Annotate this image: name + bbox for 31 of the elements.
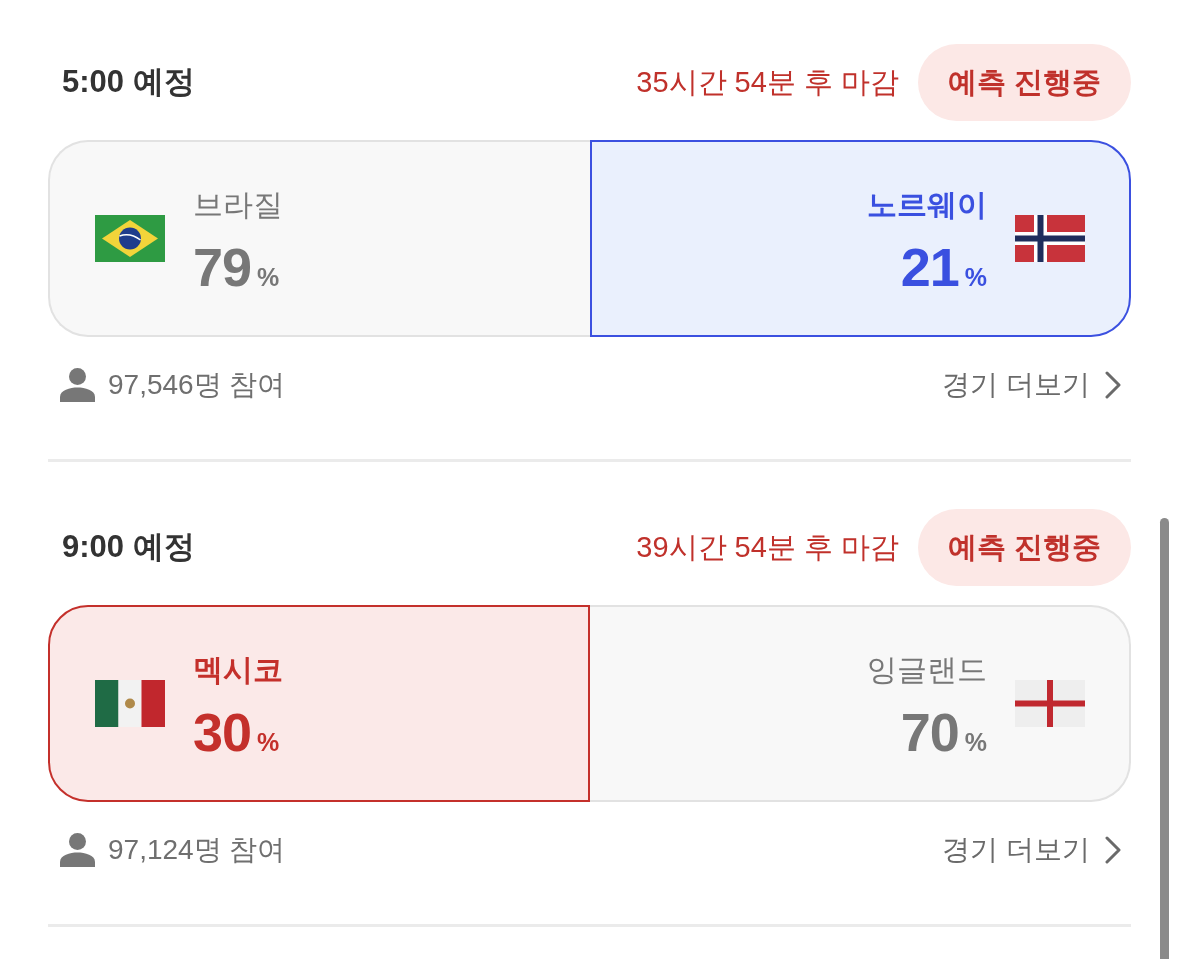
chevron-right-icon [1104,371,1122,399]
deadline-countdown: 39시간 54분 후 마감 [636,529,899,565]
person-icon [60,368,95,402]
status-badge: 예측 진행중 [917,509,1131,586]
person-icon [60,833,95,867]
more-matches-link[interactable]: 경기 더보기 [942,364,1122,406]
participant-count: 97,124명 참여 [108,833,286,867]
status-badge: 예측 진행중 [917,44,1131,121]
chevron-right-icon [1104,836,1122,864]
more-matches-link[interactable]: 경기 더보기 [942,829,1122,871]
vote-percentage: 21% [900,245,987,290]
team-option[interactable]: 노르웨이 21% [589,140,1131,337]
match-time: 5:00 예정 [61,63,195,102]
team-name: 잉글랜드 [867,652,987,688]
team-name: 멕시코 [193,652,283,688]
team-option[interactable]: 잉글랜드 70% [589,605,1131,802]
vote-percentage: 70% [900,710,987,755]
deadline-countdown: 35시간 54분 후 마감 [636,64,899,100]
team-name: 노르웨이 [867,187,987,223]
mexico-flag-icon [95,680,165,727]
norway-flag-icon [1015,215,1085,262]
vote-percentage: 79% [193,245,280,290]
brazil-flag-icon [95,215,165,262]
vote-percentage: 30% [193,710,280,755]
match-time: 9:00 예정 [61,528,195,567]
team-option[interactable]: 멕시코 30% [48,605,590,802]
team-option[interactable]: 브라질 79% [48,140,590,337]
scrollbar-thumb[interactable] [1160,518,1169,959]
team-name: 브라질 [193,187,283,223]
participant-count: 97,546명 참여 [108,368,286,402]
england-flag-icon [1015,680,1085,727]
